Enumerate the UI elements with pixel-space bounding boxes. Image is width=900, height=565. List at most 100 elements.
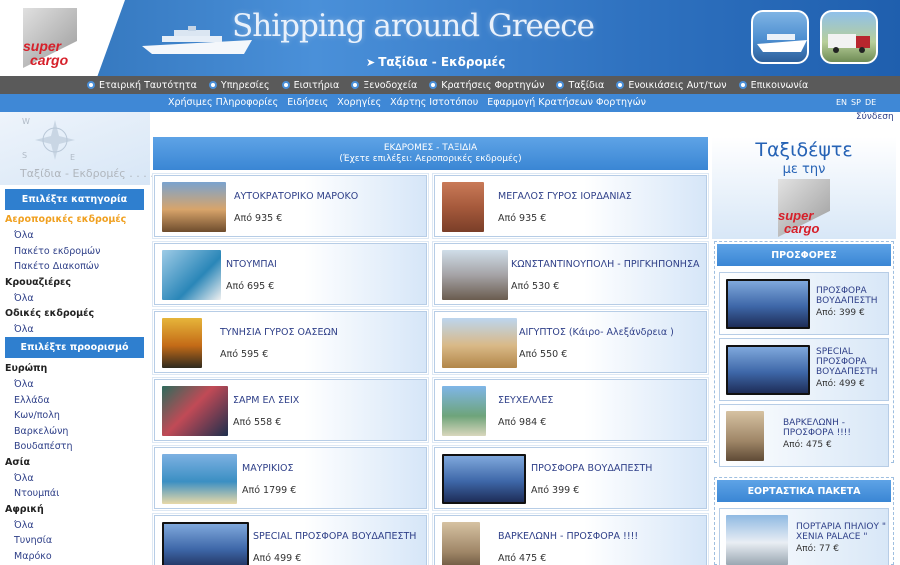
tour-card[interactable]: ΝΤΟΥΜΠΑΙ Από 695 € [152,241,429,307]
holiday-package-item[interactable]: ΠΟΡΤΑΡΙΑ ΠΗΛΙΟΥ " ΧΕΝΙΑ PALACE " Από: 77… [719,508,889,565]
svg-text:S: S [22,151,27,160]
tour-image-morocco[interactable] [162,182,226,232]
tour-title[interactable]: ΜΑΥΡΙΚΙΟΣ [242,463,294,474]
holiday-title[interactable]: ΠΟΡΤΑΡΙΑ ΠΗΛΙΟΥ " ΧΕΝΙΑ PALACE " [796,522,888,542]
nav-item-travel[interactable]: Ταξίδια [556,80,604,91]
tour-card[interactable]: ΜΑΥΡΙΚΙΟΣ Από 1799 € [152,445,429,511]
tour-title[interactable]: ΑΙΓΥΠΤΟΣ (Κάιρο- Αλεξάνδρεια ) [519,327,674,338]
category-road-trips[interactable]: Οδικές εκδρομές [5,306,145,322]
tour-title[interactable]: ΠΡΟΣΦΟΡΑ ΒΟΥΔΑΠΕΣΤΗ [531,463,652,474]
tour-image-istanbul[interactable] [442,250,508,300]
svg-text:E: E [70,153,75,162]
category-cruises-all[interactable]: Όλα [5,291,145,307]
offer-title[interactable]: SPECIAL ΠΡΟΣΦΟΡΑ ΒΟΥΔΑΠΕΣΤΗ [816,347,886,377]
tour-title[interactable]: ΑΥΤΟΚΡΑΤΟΡΙΚΟ ΜΑΡΟΚΟ [234,191,358,202]
destination-dubai[interactable]: Ντουμπάι [5,486,145,502]
sub-nav-sitemap[interactable]: Χάρτης Ιστοτόπου [390,97,478,108]
tour-image-mauritius[interactable] [162,454,237,504]
offer-title[interactable]: ΠΡΟΣΦΟΡΑ ΒΟΥΔΑΠΕΣΤΗ [816,286,886,306]
tour-title[interactable]: ΜΕΓΑΛΟΣ ΓΥΡΟΣ ΙΟΡΔΑΝΙΑΣ [498,191,632,202]
nav-item-company[interactable]: Εταιρική Ταυτότητα [87,80,197,91]
logo-text-cargo: cargo [30,52,69,68]
destination-europe-all[interactable]: Όλα [5,377,145,393]
tour-title[interactable]: ΒΑΡΚΕΛΩΝΗ - ΠΡΟΣΦΟΡΑ !!!! [498,531,638,542]
tour-title[interactable]: SPECIAL ΠΡΟΣΦΟΡΑ ΒΟΥΔΑΠΕΣΤΗ [253,531,416,542]
lang-sp[interactable]: SP [851,98,861,107]
category-air-all[interactable]: Όλα [5,228,145,244]
sub-nav-truck-booking-app[interactable]: Εφαρμογή Κρατήσεων Φορτηγών [487,97,646,108]
offer-price: Από: 499 € [816,379,865,389]
destination-asia-all[interactable]: Όλα [5,471,145,487]
holiday-packages-panel: ΕΟΡΤΑΣΤΙΚΑ ΠΑΚΕΤΑ ΠΟΡΤΑΡΙΑ ΠΗΛΙΟΥ " ΧΕΝΙ… [714,477,894,565]
offer-image-budapest[interactable] [726,279,810,329]
lang-en[interactable]: EN [836,98,847,107]
tour-card[interactable]: SPECIAL ΠΡΟΣΦΟΡΑ ΒΟΥΔΑΠΕΣΤΗ Από 499 € [152,513,429,565]
tour-card[interactable]: ΣΑΡΜ ΕΛ ΣΕΙΧ Από 558 € [152,377,429,443]
tour-card[interactable]: ΤΥΝΗΣΙΑ ΓΥΡΟΣ ΟΑΣΕΩΝ Από 595 € [152,309,429,375]
nav-item-hotels[interactable]: Ξενοδοχεία [351,80,417,91]
nav-item-car-rentals[interactable]: Ενοικιάσεις Αυτ/των [616,80,727,91]
tours-header-title: ΕΚΔΡΟΜΕΣ - ΤΑΞΙΔΙΑ [383,143,478,153]
tour-image-dubai[interactable] [162,250,221,300]
tour-card[interactable]: ΣΕΥΧΕΛΛΕΣ Από 984 € [432,377,709,443]
tour-image-barcelona[interactable] [442,522,480,565]
sub-nav-news[interactable]: Ειδήσεις [287,97,328,108]
destination-greece[interactable]: Ελλάδα [5,393,145,409]
tour-card[interactable]: ΚΩΝΣΤΑΝΤΙΝΟΥΠΟΛΗ - ΠΡΙΓΚΗΠΟΝΗΣΑ Από 530 … [432,241,709,307]
category-air-tour-package[interactable]: Πακέτο εκδρομών [5,244,145,260]
category-air-holiday-package[interactable]: Πακέτο Διακοπών [5,259,145,275]
tour-image-petra[interactable] [442,182,484,232]
holiday-image-portaria[interactable] [726,515,788,565]
tour-title[interactable]: ΣΕΥΧΕΛΛΕΣ [498,395,553,406]
tour-image-budapest[interactable] [442,454,526,504]
destination-tunisia[interactable]: Τυνησία [5,533,145,549]
nav-item-truck-bookings[interactable]: Κρατήσεις Φορτηγών [429,80,544,91]
nav-item-contact[interactable]: Επικοινωνία [738,80,808,91]
tour-image-sharm[interactable] [162,386,228,436]
tour-title[interactable]: ΚΩΝΣΤΑΝΤΙΝΟΥΠΟΛΗ - ΠΡΙΓΚΗΠΟΝΗΣΑ [511,259,699,270]
ship-thumbnail[interactable] [751,10,809,64]
offer-item[interactable]: SPECIAL ΠΡΟΣΦΟΡΑ ΒΟΥΔΑΠΕΣΤΗ Από: 499 € [719,338,889,401]
category-header: Επιλέξτε κατηγορία [5,189,144,210]
tour-image-tunisia[interactable] [162,318,202,368]
travel-with-supercargo-ad[interactable]: Ταξιδέψτε με την super cargo [712,137,896,239]
tour-card[interactable]: ΑΙΓΥΠΤΟΣ (Κάιρο- Αλεξάνδρεια ) Από 550 € [432,309,709,375]
supercargo-logo[interactable]: super cargo [23,8,77,68]
lang-de[interactable]: DE [865,98,876,107]
sub-nav-useful-info[interactable]: Χρήσιμες Πληροφορίες [168,97,278,108]
tour-card[interactable]: ΒΑΡΚΕΛΩΝΗ - ΠΡΟΣΦΟΡΑ !!!! Από 475 € [432,513,709,565]
destination-africa-all[interactable]: Όλα [5,518,145,534]
tour-card[interactable]: ΜΕΓΑΛΟΣ ΓΥΡΟΣ ΙΟΡΔΑΝΙΑΣ Από 935 € [432,173,709,239]
offer-title[interactable]: ΒΑΡΚΕΛΩΝΗ - ΠΡΟΣΦΟΡΑ !!!! [783,418,853,438]
offer-image-barcelona[interactable] [726,411,764,461]
destination-africa[interactable]: Αφρική [5,502,145,518]
tour-image-budapest[interactable] [162,522,249,565]
login-link[interactable]: Σύνδεση [856,112,894,122]
nav-item-services[interactable]: Υπηρεσίες [208,80,270,91]
offer-item[interactable]: ΒΑΡΚΕΛΩΝΗ - ΠΡΟΣΦΟΡΑ !!!! Από: 475 € [719,404,889,467]
tour-title[interactable]: ΣΑΡΜ ΕΛ ΣΕΙΧ [233,395,299,406]
destination-morocco[interactable]: Μαρόκο [5,549,145,565]
tour-title[interactable]: ΤΥΝΗΣΙΑ ΓΥΡΟΣ ΟΑΣΕΩΝ [220,327,338,338]
tour-image-egypt[interactable] [442,318,517,368]
nav-item-tickets[interactable]: Εισιτήρια [281,80,339,91]
category-road-all[interactable]: Όλα [5,322,145,338]
category-air-tours[interactable]: Αεροπορικές εκδρομές [5,212,145,228]
truck-thumbnail[interactable] [820,10,878,64]
destination-istanbul[interactable]: Κων/πολη [5,408,145,424]
tour-price: Από 935 € [234,213,283,224]
tour-image-seychelles[interactable] [442,386,486,436]
tour-card[interactable]: ΑΥΤΟΚΡΑΤΟΡΙΚΟ ΜΑΡΟΚΟ Από 935 € [152,173,429,239]
tour-title[interactable]: ΝΤΟΥΜΠΑΙ [226,259,277,270]
sub-nav-sponsorships[interactable]: Χορηγίες [337,97,381,108]
ship-thumbnail-icon [757,34,807,52]
offer-image-budapest[interactable] [726,345,810,395]
offer-item[interactable]: ΠΡΟΣΦΟΡΑ ΒΟΥΔΑΠΕΣΤΗ Από: 399 € [719,272,889,335]
destination-budapest[interactable]: Βουδαπέστη [5,439,145,455]
tour-card[interactable]: ΠΡΟΣΦΟΡΑ ΒΟΥΔΑΠΕΣΤΗ Από 399 € [432,445,709,511]
destination-europe[interactable]: Ευρώπη [5,361,145,377]
destination-asia[interactable]: Ασία [5,455,145,471]
category-cruises[interactable]: Κρουαζιέρες [5,275,145,291]
destination-barcelona[interactable]: Βαρκελώνη [5,424,145,440]
holiday-packages-header: ΕΟΡΤΑΣΤΙΚΑ ΠΑΚΕΤΑ [717,480,891,502]
